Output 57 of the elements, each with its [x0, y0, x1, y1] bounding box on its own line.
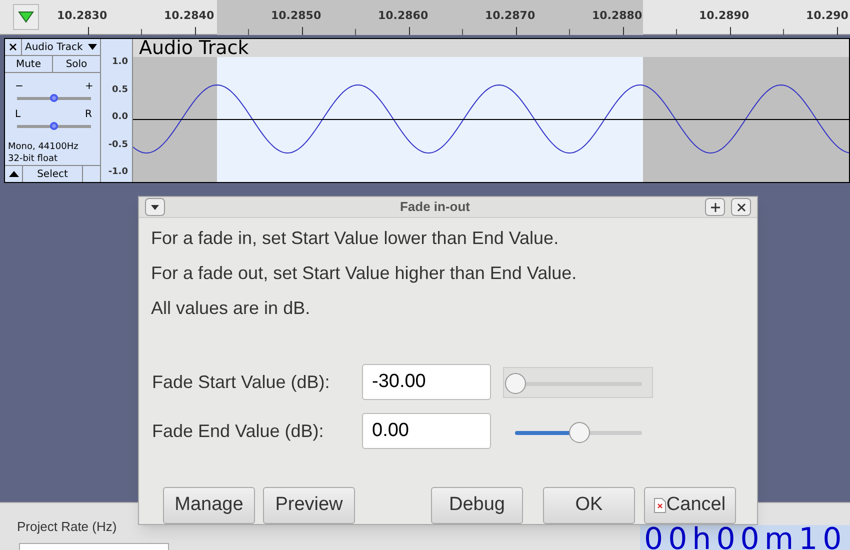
triangle-icon: [8, 171, 18, 177]
slider-thumb[interactable]: [568, 422, 590, 442]
caret-icon: [151, 204, 159, 210]
scale-label: 0.5: [112, 84, 128, 94]
value-slider[interactable]: [503, 366, 653, 398]
gain-slider[interactable]: [17, 97, 91, 100]
ruler-label: 10.2890: [699, 8, 750, 24]
value-field[interactable]: -30.00: [362, 364, 491, 400]
scale-label: -1.0: [108, 167, 128, 177]
value-field[interactable]: 0.00: [362, 413, 491, 449]
close-icon: [9, 43, 17, 51]
triangle-icon: [18, 11, 34, 23]
play-head-button[interactable]: [13, 4, 39, 30]
slider-thumb[interactable]: [505, 372, 526, 394]
ruler-label: 10.2880: [592, 8, 642, 24]
pin-button[interactable]: [705, 198, 725, 216]
scale-label: 1.0: [112, 57, 128, 67]
instruction-text: For a fade in, set Start Value lower than End Value.: [151, 227, 560, 250]
pin-icon: [710, 202, 720, 212]
track-info: Mono, 44100Hz: [8, 141, 80, 153]
dialog-button[interactable]: Cancel: [644, 487, 736, 524]
close-button[interactable]: [731, 198, 751, 216]
dialog-button[interactable]: OK: [543, 487, 635, 524]
pan-label: L: [15, 110, 21, 120]
close-icon: [736, 202, 746, 212]
gain-label: +: [85, 82, 94, 92]
dialog-button[interactable]: Manage: [163, 487, 255, 524]
ruler-label: 10.2830: [57, 8, 108, 24]
ruler-label: 10.290: [806, 8, 848, 24]
scale-label: 0.0: [112, 112, 128, 122]
time-display: 00h00m10: [644, 523, 847, 550]
track-title: Audio Track: [133, 39, 849, 57]
selection-region[interactable]: [217, 57, 643, 182]
field-label: Fade Start Value (dB):: [152, 370, 331, 394]
project-rate-label: Project Rate (Hz): [17, 518, 117, 536]
ruler-label: 10.2870: [485, 8, 536, 24]
scale-label: -0.5: [108, 140, 128, 150]
field-label: Fade End Value (dB):: [152, 420, 325, 443]
pan-label: R: [85, 110, 92, 120]
gain-label: −: [15, 82, 24, 92]
window-menu-button[interactable]: [145, 198, 165, 216]
caret-icon: [88, 44, 97, 50]
slider-thumb[interactable]: [50, 94, 58, 102]
ruler-label: 10.2850: [271, 8, 322, 24]
instruction-text: For a fade out, set Start Value higher than End Value.: [151, 262, 578, 285]
window-title: Fade in-out: [398, 198, 472, 216]
rate-field[interactable]: [19, 543, 169, 550]
ruler-label: 10.2840: [164, 8, 214, 24]
instruction-text: All values are in dB.: [151, 297, 312, 320]
slider-thumb[interactable]: [50, 122, 58, 130]
dialog-button[interactable]: Preview: [263, 487, 355, 524]
track-info: 32-bit float: [8, 153, 59, 165]
track-menu-button[interactable]: Audio Track: [22, 39, 100, 55]
document-icon: [654, 498, 666, 513]
pan-slider[interactable]: [17, 125, 91, 128]
dialog-button[interactable]: Debug: [431, 487, 523, 524]
ruler-label: 10.2860: [378, 8, 428, 24]
